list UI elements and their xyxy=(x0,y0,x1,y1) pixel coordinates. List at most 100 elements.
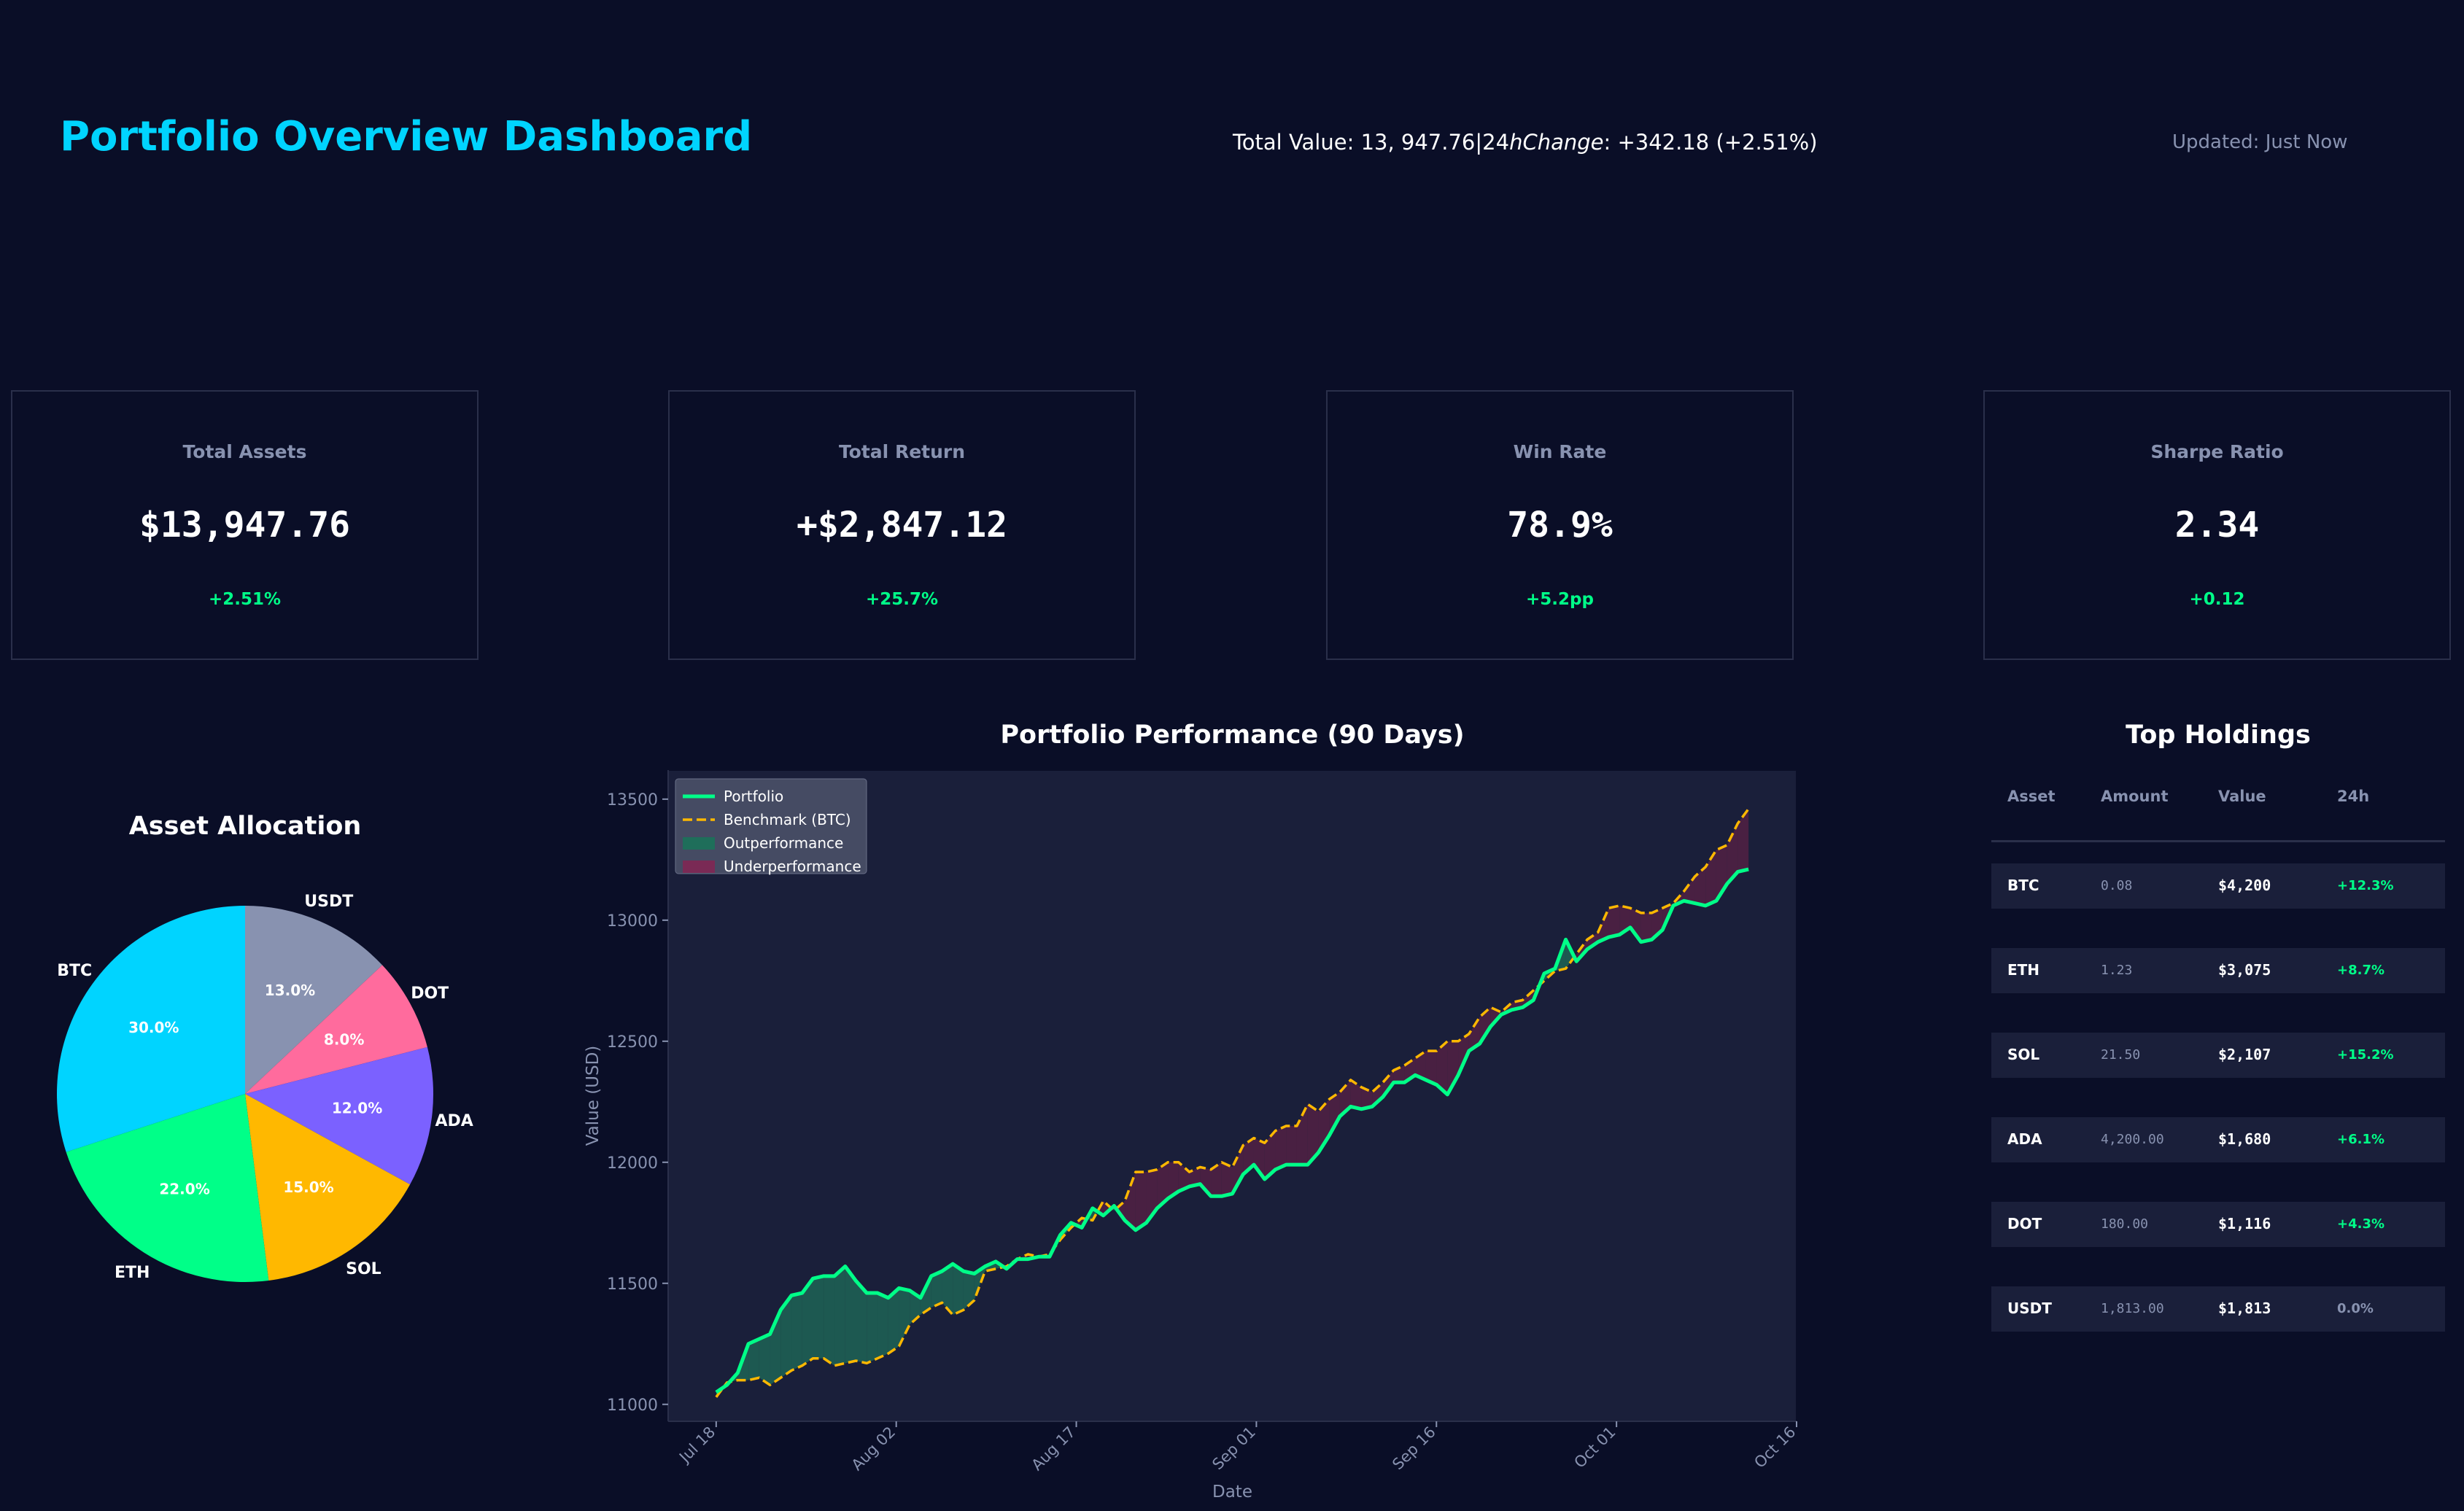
x-axis-label: Date xyxy=(1212,1483,1252,1502)
kpi-value: 78.9% xyxy=(1507,505,1613,545)
pie-percent-label: 30.0% xyxy=(128,1019,179,1036)
pie-slice-label: DOT xyxy=(411,984,449,1003)
cell-asset: USDT xyxy=(2007,1300,2052,1317)
cell-value: $2,107 xyxy=(2218,1046,2271,1063)
cell-amount: 4,200.00 xyxy=(2101,1132,2164,1147)
y-tick-label: 12500 xyxy=(607,1033,658,1052)
cell-amount: 180.00 xyxy=(2101,1216,2149,1232)
pie-slice-label: ADA xyxy=(435,1112,473,1130)
kpi-value: +$2,847.12 xyxy=(797,505,1007,545)
table-row[interactable]: ETH 1.23 $3,075 +8.7% xyxy=(1991,948,2445,993)
column-header-value: Value xyxy=(2218,788,2266,805)
x-tick-label: Jul 18 xyxy=(675,1423,718,1467)
underperformance-area xyxy=(1286,1125,1297,1165)
cell-amount: 21.50 xyxy=(2101,1047,2141,1063)
x-tick-label: Oct 01 xyxy=(1570,1423,1619,1472)
cell-asset: BTC xyxy=(2007,877,2039,894)
kpi-delta: +5.2pp xyxy=(1526,590,1594,609)
dashboard: Portfolio Overview Dashboard Total Value… xyxy=(0,0,2464,1511)
summary-prefix: Total Value: 13, 947.76|24 xyxy=(1233,130,1510,155)
kpi-delta: +2.51% xyxy=(208,590,282,609)
cell-value: $1,116 xyxy=(2218,1215,2271,1232)
chart-legend: Portfolio Benchmark (BTC) Outperformance Un… xyxy=(675,778,867,875)
cell-value: $1,680 xyxy=(2218,1130,2271,1148)
asset-allocation-pie-chart: 13.0% USDT 8.0% DOT 12.0% ADA 15.0% SOL 22.0% ETH… xyxy=(56,893,473,1282)
cell-value: $4,200 xyxy=(2218,877,2271,894)
kpi-delta: +25.7% xyxy=(865,590,939,609)
kpi-card-total-return: Total Return +$2,847.12 +25.7% xyxy=(668,390,1136,660)
kpi-card-win-rate: Win Rate 78.9% +5.2pp xyxy=(1326,390,1794,660)
pie-percent-label: 13.0% xyxy=(265,982,315,999)
page-title: Portfolio Overview Dashboard xyxy=(60,113,753,160)
cell-value: $3,075 xyxy=(2218,961,2271,979)
column-header-asset: Asset xyxy=(2007,788,2056,805)
holdings-table: Asset Amount Value 24h BTC 0.08 $4,200 +… xyxy=(1991,773,2445,1332)
pie-slice-label: ETH xyxy=(115,1264,150,1282)
y-tick-label: 13000 xyxy=(607,912,658,931)
underperformance-area xyxy=(1640,912,1652,942)
cell-change: +15.2% xyxy=(2337,1047,2394,1063)
kpi-label: Total Return xyxy=(838,441,966,462)
portfolio-summary: Total Value: 13, 947.76|24hChange: +342.… xyxy=(1233,130,1818,155)
line-chart-title: Portfolio Performance (90 Days) xyxy=(1000,720,1465,750)
cell-change: +6.1% xyxy=(2337,1132,2385,1147)
kpi-label: Total Assets xyxy=(182,441,307,462)
outperformance-area xyxy=(824,1275,835,1366)
legend-swatch-outperformance xyxy=(683,837,715,850)
summary-suffix: : +342.18 (+2.51%) xyxy=(1603,130,1818,155)
portfolio-performance-chart: 11000 11500 12000 12500 13000 13500 Jul 18 Aug … xyxy=(584,769,1799,1502)
outperformance-area xyxy=(791,1293,802,1371)
updated-status: Updated: Just Now xyxy=(2172,131,2348,153)
cell-change: +12.3% xyxy=(2337,878,2394,893)
legend-label: Benchmark (BTC) xyxy=(724,811,851,828)
cell-amount: 1,813.00 xyxy=(2101,1301,2164,1316)
cell-asset: ETH xyxy=(2007,961,2040,979)
column-header-24h: 24h xyxy=(2337,788,2370,805)
outperformance-area xyxy=(748,1339,759,1380)
underperformance-area xyxy=(1221,1162,1233,1197)
summary-italic: hChange xyxy=(1509,130,1604,155)
kpi-value: $13,947.76 xyxy=(139,505,350,545)
table-row[interactable]: DOT 180.00 $1,116 +4.3% xyxy=(1991,1202,2445,1247)
column-header-amount: Amount xyxy=(2101,788,2169,805)
kpi-label: Sharpe Ratio xyxy=(2150,441,2284,462)
pie-slice-label: USDT xyxy=(304,893,353,911)
y-tick-label: 11500 xyxy=(607,1275,658,1294)
x-tick-label: Sep 16 xyxy=(1389,1423,1439,1474)
table-row[interactable]: ADA 4,200.00 $1,680 +6.1% xyxy=(1991,1117,2445,1162)
table-row[interactable]: BTC 0.08 $4,200 +12.3% xyxy=(1991,863,2445,909)
x-tick-label: Aug 02 xyxy=(848,1423,899,1475)
x-tick-label: Sep 01 xyxy=(1209,1423,1259,1474)
underperformance-area xyxy=(1275,1125,1287,1170)
y-tick-label: 11000 xyxy=(607,1397,658,1415)
pie-chart-title: Asset Allocation xyxy=(128,812,362,841)
cell-change: +4.3% xyxy=(2337,1216,2385,1232)
pie-percent-label: 12.0% xyxy=(332,1099,382,1116)
table-row[interactable]: SOL 21.50 $2,107 +15.2% xyxy=(1991,1033,2445,1078)
cell-asset: ADA xyxy=(2007,1130,2042,1148)
y-tick-label: 12000 xyxy=(607,1154,658,1173)
x-tick-label: Aug 17 xyxy=(1028,1423,1080,1475)
x-tick-label: Oct 16 xyxy=(1751,1423,1799,1472)
underperformance-area xyxy=(1135,1172,1147,1230)
cell-change: +8.7% xyxy=(2337,963,2385,978)
outperformance-area xyxy=(813,1275,824,1359)
pie-percent-label: 8.0% xyxy=(324,1030,364,1048)
legend-swatch-underperformance xyxy=(683,861,715,873)
holdings-title: Top Holdings xyxy=(2126,720,2311,750)
underperformance-area xyxy=(1608,905,1620,938)
cell-amount: 0.08 xyxy=(2101,878,2133,893)
y-axis-label: Value (USD) xyxy=(584,1046,603,1146)
table-header: Asset Amount Value 24h xyxy=(1991,773,2445,842)
kpi-label: Win Rate xyxy=(1513,441,1607,462)
cell-change: 0.0% xyxy=(2337,1301,2374,1316)
pie-slice-label: SOL xyxy=(346,1260,381,1278)
legend-label: Portfolio xyxy=(724,788,783,805)
kpi-card-sharpe-ratio: Sharpe Ratio 2.34 +0.12 xyxy=(1983,390,2451,660)
cell-asset: SOL xyxy=(2007,1046,2040,1063)
kpi-value: 2.34 xyxy=(2174,505,2260,545)
legend-label: Outperformance xyxy=(724,834,843,852)
cell-value: $1,813 xyxy=(2218,1300,2271,1317)
table-row[interactable]: USDT 1,813.00 $1,813 0.0% xyxy=(1991,1286,2445,1332)
outperformance-area xyxy=(867,1293,877,1364)
